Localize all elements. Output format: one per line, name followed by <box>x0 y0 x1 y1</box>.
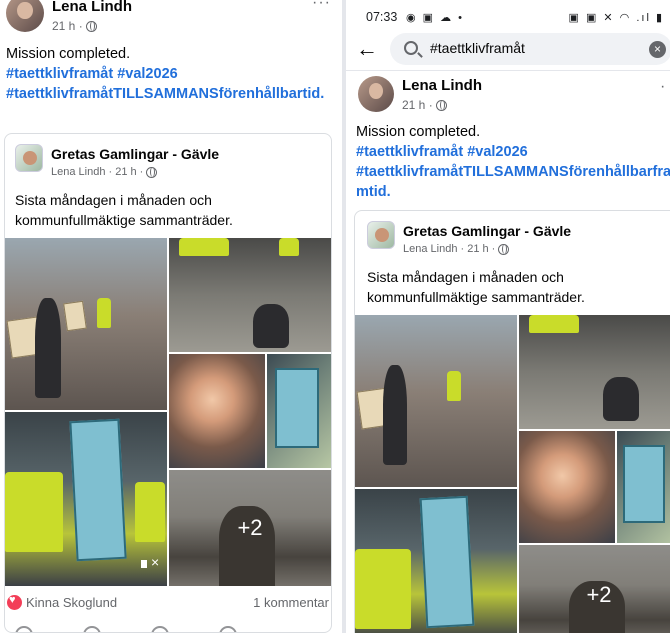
group-avatar[interactable] <box>367 221 395 249</box>
dog-figure <box>603 377 639 421</box>
back-arrow-icon[interactable]: ← <box>356 36 378 62</box>
photo-3[interactable] <box>169 354 265 468</box>
safety-vest <box>447 371 461 401</box>
shared-post-card[interactable]: Gretas Gamlingar - Gävle Lena Lindh · 21… <box>4 133 332 633</box>
hashtags-line[interactable]: #taettklivframåt #val2026 <box>356 142 670 162</box>
group-name[interactable]: Gretas Gamlingar - Gävle <box>51 146 219 162</box>
photo-5[interactable] <box>355 489 517 633</box>
group-name[interactable]: Gretas Gamlingar - Gävle <box>403 223 571 239</box>
shared-text: Sista måndagen i månaden och kommunfullm… <box>367 269 585 305</box>
shared-text: Sista måndagen i månaden och kommunfullm… <box>15 192 233 228</box>
poster <box>69 418 127 562</box>
post-time[interactable]: 21 h · <box>52 19 83 33</box>
more-icon[interactable]: · <box>660 78 666 96</box>
search-header: ← #taettklivframåt × <box>346 30 670 66</box>
safety-vest <box>5 472 63 552</box>
safety-vest <box>135 482 165 542</box>
more-photos-overlay[interactable]: +2 <box>169 470 331 586</box>
more-photos-overlay[interactable]: +2 <box>519 545 670 633</box>
photo-6[interactable]: +2 <box>519 545 670 633</box>
globe-icon <box>498 243 510 255</box>
reactions-row[interactable]: Kinna Skoglund <box>7 594 118 610</box>
photo-1[interactable] <box>355 315 517 487</box>
dog-figure <box>253 304 289 348</box>
photo-2[interactable] <box>169 238 331 352</box>
photo-3[interactable] <box>519 431 615 543</box>
status-bar: 07:33 ◉ ▣ ☁ • ▣ ▣ ✕ ◠ .ıl ▮ <box>346 0 670 30</box>
protest-sign <box>63 300 87 332</box>
post-text: Mission completed. #taettklivframåt #val… <box>356 122 670 202</box>
post-line: Mission completed. <box>356 124 481 140</box>
author-avatar[interactable] <box>358 76 394 112</box>
globe-icon <box>146 166 158 178</box>
search-icon <box>404 41 418 55</box>
photo-5[interactable] <box>5 412 167 586</box>
mute-icon[interactable] <box>141 554 159 572</box>
photo-1[interactable] <box>5 238 167 410</box>
search-input[interactable]: #taettklivframåt × <box>390 33 670 65</box>
more-icon[interactable]: ··· <box>312 0 331 12</box>
safety-vest <box>279 238 299 256</box>
hashtags-line[interactable]: #taettklivframåtTILLSAMMANSförenhållbarf… <box>356 162 670 182</box>
comment-action-icon[interactable] <box>83 626 101 632</box>
send-action-icon[interactable] <box>151 626 169 632</box>
hashtags-line[interactable]: mtid. <box>356 182 670 202</box>
shared-meta: Lena Lindh · 21 h · <box>403 243 510 255</box>
safety-vest <box>179 238 229 256</box>
photo-6[interactable]: +2 <box>169 470 331 586</box>
safety-vest <box>97 298 111 328</box>
shared-meta-text: Lena Lindh · 21 h · <box>403 243 496 255</box>
status-time: 07:33 <box>366 10 398 24</box>
post-line: Mission completed. <box>6 46 131 62</box>
facebook-post-right: 07:33 ◉ ▣ ☁ • ▣ ▣ ✕ ◠ .ıl ▮ ← #taettkliv… <box>346 0 670 633</box>
globe-icon <box>435 99 447 111</box>
comments-count[interactable]: 1 kommentar <box>253 595 329 610</box>
hashtags-line[interactable]: #taettklivframåt #val2026 <box>6 64 336 84</box>
group-avatar[interactable] <box>15 144 43 172</box>
author-name[interactable]: Lena Lindh <box>402 77 482 94</box>
poster <box>275 368 319 448</box>
status-notification-icons: ◉ ▣ ☁ • <box>406 12 465 24</box>
photo-4[interactable] <box>267 354 331 468</box>
poster <box>623 445 665 523</box>
person-figure <box>383 365 407 465</box>
status-system-icons: ▣ ▣ ✕ ◠ .ıl ▮ <box>568 12 664 24</box>
poster <box>419 495 475 629</box>
hashtags-line[interactable]: #taettklivframåtTILLSAMMANSförenhållbart… <box>6 84 336 104</box>
safety-vest <box>355 549 411 629</box>
shared-post-card[interactable]: Gretas Gamlingar - Gävle Lena Lindh · 21… <box>354 210 670 633</box>
facebook-post-left: Lena Lindh 21 h · ··· Mission completed.… <box>0 0 342 633</box>
post-meta: 21 h · <box>402 98 447 112</box>
person-figure <box>35 298 61 398</box>
reactor-name: Kinna Skoglund <box>26 595 118 610</box>
safety-vest <box>529 315 579 333</box>
post-time[interactable]: 21 h · <box>402 98 433 112</box>
action-bar <box>5 626 331 632</box>
photo-4[interactable] <box>617 431 670 543</box>
post-meta: 21 h · <box>52 19 97 33</box>
like-action-icon[interactable] <box>15 626 33 632</box>
globe-icon <box>85 20 97 32</box>
photo-2[interactable] <box>519 315 670 429</box>
shared-meta: Lena Lindh · 21 h · <box>51 166 158 178</box>
header-divider <box>346 70 670 71</box>
post-text: Mission completed. #taettklivframåt #val… <box>6 44 336 104</box>
heart-icon <box>7 594 22 610</box>
shared-meta-text: Lena Lindh · 21 h · <box>51 166 144 178</box>
share-action-icon[interactable] <box>219 626 237 632</box>
search-query[interactable]: #taettklivframåt <box>430 40 525 56</box>
author-avatar[interactable] <box>6 0 44 32</box>
clear-icon[interactable]: × <box>649 41 666 58</box>
author-name[interactable]: Lena Lindh <box>52 0 132 15</box>
